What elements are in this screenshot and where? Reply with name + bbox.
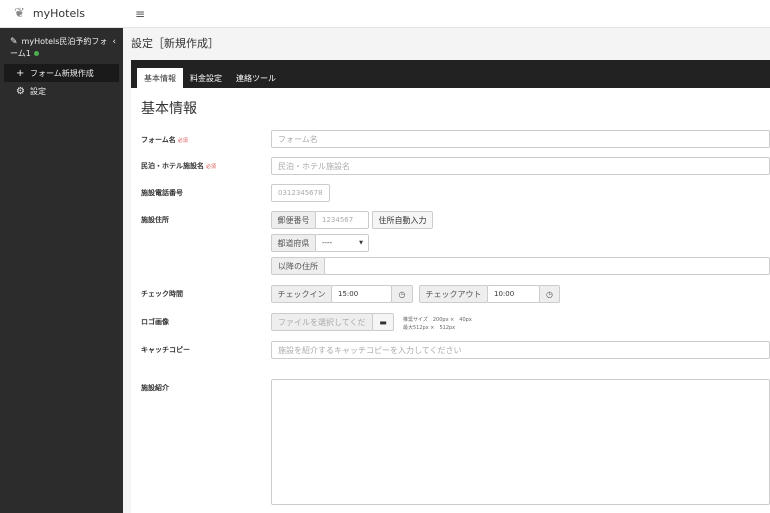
auto-fill-address-button[interactable]: 住所自動入力 bbox=[372, 211, 433, 229]
clock-icon[interactable]: ◷ bbox=[391, 285, 413, 303]
prefecture-select[interactable]: ---- ▼ bbox=[315, 234, 369, 252]
sidebar-item-settings[interactable]: ⚙ 設定 bbox=[4, 82, 119, 100]
logo-size-hint: 推奨サイズ 200px × 40px 最大512px × 512px bbox=[403, 317, 472, 331]
sidebar-form-selector[interactable]: ✎ myHotels民泊予約フォーム1 ‹ bbox=[0, 28, 123, 64]
checkout-addon: チェックアウト bbox=[419, 285, 488, 303]
page-title: 設定［新規作成］ bbox=[131, 37, 219, 50]
tab-pricing[interactable]: 料金設定 bbox=[183, 68, 229, 88]
phone-label: 施設電話番号 bbox=[141, 189, 183, 197]
form-name-label: フォーム名 必須 bbox=[141, 136, 188, 144]
postal-code-input[interactable]: 1234567 bbox=[315, 211, 369, 229]
sidebar-item-label: フォーム新規作成 bbox=[30, 68, 94, 78]
topbar: ≡ bbox=[123, 0, 770, 28]
catch-copy-input[interactable]: 施設を紹介するキャッチコピーを入力してください bbox=[271, 341, 770, 359]
plus-icon: + bbox=[16, 67, 25, 79]
form-panel: 基本情報 フォーム名 必須 フォーム名 民泊・ホテル施設名 必須 民泊・ホテル施設名… bbox=[131, 88, 770, 513]
facility-name-input[interactable]: 民泊・ホテル施設名 bbox=[271, 157, 770, 175]
prefecture-selected-value: ---- bbox=[322, 239, 333, 247]
sidebar-item-label: 設定 bbox=[30, 86, 46, 96]
logo-file-input[interactable]: ファイルを選択してくだ bbox=[271, 313, 373, 331]
brand[interactable]: ❦ myHotels bbox=[0, 0, 123, 28]
user-gear-icon: ⚙ bbox=[16, 85, 25, 97]
facility-name-label: 民泊・ホテル施設名 必須 bbox=[141, 162, 217, 170]
form-name-input[interactable]: フォーム名 bbox=[271, 130, 770, 148]
checkin-time-input[interactable]: 15:00 bbox=[331, 285, 392, 303]
sidebar: ❦ myHotels ✎ myHotels民泊予約フォーム1 ‹ + フォーム新規… bbox=[0, 0, 123, 513]
required-badge: 必須 bbox=[177, 138, 188, 144]
sidebar-form-name: myHotels民泊予約フォーム1 bbox=[10, 37, 108, 58]
chevron-left-icon[interactable]: ‹ bbox=[112, 36, 116, 48]
logo-label: ロゴ画像 bbox=[141, 318, 169, 326]
catch-copy-label: キャッチコピー bbox=[141, 346, 190, 354]
brand-name: myHotels bbox=[32, 7, 86, 20]
postal-code-addon: 郵便番号 bbox=[271, 211, 316, 229]
folder-open-icon[interactable]: ▬ bbox=[372, 313, 394, 331]
edit-icon: ✎ bbox=[10, 37, 18, 47]
tab-contact-tools[interactable]: 連絡ツール bbox=[229, 68, 283, 88]
rest-address-addon: 以降の住所 bbox=[271, 257, 325, 275]
intro-label: 施設紹介 bbox=[141, 384, 169, 392]
phone-input[interactable]: 0312345678 bbox=[271, 184, 330, 202]
tab-basic-info[interactable]: 基本情報 bbox=[137, 68, 183, 88]
sidebar-item-new-form[interactable]: + フォーム新規作成 bbox=[4, 64, 119, 82]
address-label: 施設住所 bbox=[141, 216, 169, 224]
checkin-addon: チェックイン bbox=[271, 285, 332, 303]
status-dot bbox=[33, 51, 39, 56]
hamburger-menu-icon[interactable]: ≡ bbox=[135, 7, 145, 21]
checkout-time-input[interactable]: 10:00 bbox=[487, 285, 540, 303]
caret-down-icon: ▼ bbox=[359, 240, 363, 246]
wheat-logo-icon: ❦ bbox=[14, 6, 25, 21]
clock-icon[interactable]: ◷ bbox=[539, 285, 560, 303]
intro-textarea[interactable] bbox=[271, 379, 770, 505]
rest-address-input[interactable] bbox=[324, 257, 770, 275]
main-content: 設定［新規作成］ 基本情報 料金設定 連絡ツール 基本情報 フォーム名 必須 フォ… bbox=[123, 28, 770, 513]
check-time-label: チェック時間 bbox=[141, 290, 183, 298]
required-badge: 必須 bbox=[206, 164, 217, 170]
prefecture-addon: 都道府県 bbox=[271, 234, 316, 252]
section-title: 基本情報 bbox=[141, 101, 197, 117]
tab-bar: 基本情報 料金設定 連絡ツール bbox=[131, 60, 770, 88]
